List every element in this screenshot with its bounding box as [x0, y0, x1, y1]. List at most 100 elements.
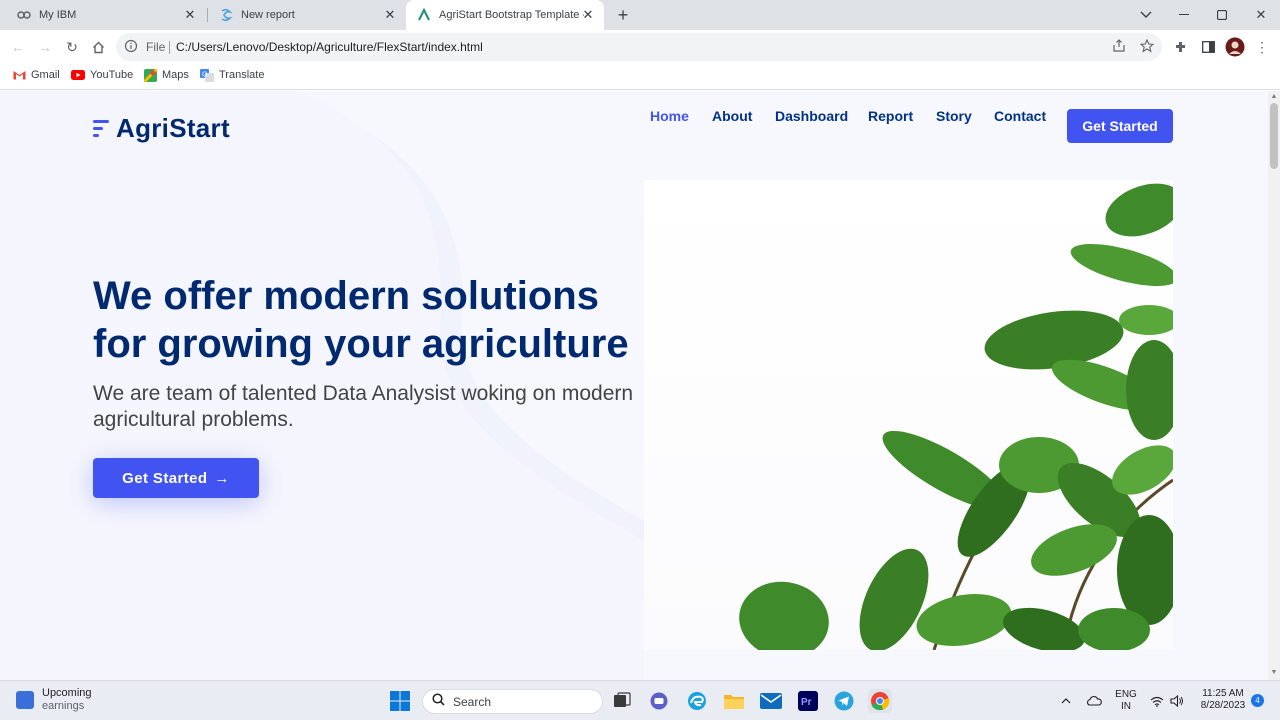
close-tab-icon[interactable]: ✕ — [182, 7, 198, 23]
bookmark-label: Translate — [219, 69, 265, 81]
show-hidden-icons[interactable] — [1056, 689, 1076, 713]
nav-home[interactable]: Home — [650, 108, 689, 124]
task-view-icon[interactable] — [610, 689, 634, 713]
address-bar[interactable]: File C:/Users/Lenovo/Desktop/Agriculture… — [116, 33, 1162, 61]
clock-date: 8/28/2023 — [1200, 700, 1246, 711]
gmail-icon — [12, 68, 26, 82]
maximize-icon[interactable] — [1210, 4, 1234, 26]
tab-title: New report — [241, 9, 295, 21]
scheme-label: File — [146, 40, 166, 54]
url-text[interactable]: C:/Users/Lenovo/Desktop/Agriculture/Flex… — [176, 40, 483, 54]
taskbar-search[interactable]: Search — [422, 689, 603, 714]
ibm-favicon-icon — [16, 7, 32, 23]
maps-icon — [143, 68, 157, 82]
page-viewport: AgriStart Home About Dashboard Report St… — [0, 91, 1268, 680]
tab-my-ibm[interactable]: My IBM ✕ — [8, 0, 206, 30]
bookmark-label: Maps — [162, 69, 189, 81]
svg-text:Pr: Pr — [801, 697, 812, 708]
search-label: Search — [453, 694, 492, 709]
nav-about[interactable]: About — [712, 108, 752, 124]
close-tab-icon[interactable]: ✕ — [580, 7, 596, 23]
search-icon — [432, 692, 445, 711]
plant-leaves-illustration — [739, 183, 1173, 650]
teams-chat-icon[interactable] — [647, 689, 671, 713]
widget-subtitle: earnings — [42, 700, 85, 712]
profile-avatar[interactable] — [1225, 37, 1245, 57]
svg-text:G: G — [202, 71, 207, 78]
minimize-icon[interactable] — [1172, 4, 1196, 26]
home-icon[interactable] — [88, 37, 108, 57]
clock-time: 11:25 AM — [1202, 688, 1244, 699]
scroll-down-icon[interactable]: ▼ — [1270, 669, 1278, 677]
page-scrollbar[interactable]: ▲ ▼ — [1268, 91, 1280, 680]
bookmark-youtube[interactable]: YouTube — [71, 68, 133, 82]
tab-title: My IBM — [39, 9, 77, 21]
divider — [169, 41, 170, 54]
chrome-icon[interactable] — [868, 689, 892, 713]
logo-mark-icon — [93, 117, 111, 141]
translate-icon: G — [200, 68, 214, 82]
tab-new-report[interactable]: New report ✕ — [210, 0, 406, 30]
menu-icon[interactable]: ⋮ — [1252, 37, 1272, 57]
site-logo[interactable]: AgriStart — [93, 113, 230, 144]
mail-icon[interactable] — [759, 689, 783, 713]
clock[interactable]: 11:25 AM 8/28/2023 — [1192, 688, 1254, 712]
scroll-thumb[interactable] — [1270, 103, 1278, 169]
language-line-1: ENG — [1115, 689, 1137, 700]
hero-title: We offer modern solutions for growing yo… — [93, 274, 629, 366]
back-icon[interactable]: ← — [8, 37, 28, 57]
new-tab-icon[interactable]: + — [611, 4, 635, 26]
nav-report[interactable]: Report — [868, 108, 913, 124]
file-explorer-icon[interactable] — [722, 689, 746, 713]
hero-get-started-button[interactable]: Get Started → — [93, 458, 259, 498]
start-icon[interactable] — [388, 689, 412, 713]
youtube-icon — [71, 68, 85, 82]
tab-agristart[interactable]: AgriStart Bootstrap Template - In ✕ — [406, 0, 604, 30]
close-tab-icon[interactable]: ✕ — [382, 7, 398, 23]
close-window-icon[interactable]: ✕ — [1249, 4, 1273, 26]
browser-toolbar: ← → ↻ File C:/Users/Lenovo/Desktop/Agric… — [0, 30, 1280, 63]
agristart-favicon-icon — [416, 7, 432, 23]
bookmark-maps[interactable]: Maps — [143, 68, 189, 82]
wifi-icon[interactable] — [1148, 689, 1166, 713]
hero-subtitle: We are team of talented Data Analysist w… — [93, 382, 634, 431]
forward-icon[interactable]: → — [35, 37, 55, 57]
bookmark-gmail[interactable]: Gmail — [12, 68, 60, 82]
edge-icon[interactable] — [685, 689, 709, 713]
windows-taskbar: Upcoming earnings Search Pr ENG IN 11:25… — [0, 680, 1280, 720]
bookmark-star-icon[interactable] — [1139, 38, 1155, 58]
stocks-icon — [16, 691, 34, 709]
language-indicator[interactable]: ENG IN — [1112, 689, 1140, 713]
nav-story[interactable]: Story — [936, 108, 972, 124]
browser-tab-strip: My IBM ✕ New report ✕ AgriStart Bootstra… — [0, 0, 1280, 30]
hero-plant-image — [644, 180, 1173, 650]
share-icon[interactable] — [1112, 39, 1126, 58]
scroll-up-icon[interactable]: ▲ — [1270, 93, 1278, 101]
nav-dashboard[interactable]: Dashboard — [775, 108, 848, 124]
tab-separator — [207, 8, 208, 22]
nav-contact[interactable]: Contact — [994, 108, 1046, 124]
bookmark-label: Gmail — [31, 69, 60, 81]
side-panel-icon[interactable] — [1198, 37, 1218, 57]
logo-text: AgriStart — [116, 113, 230, 143]
hero-button-label: Get Started — [122, 469, 208, 487]
arrow-right-icon: → — [214, 469, 230, 487]
report-favicon-icon — [218, 7, 234, 23]
widget-title: Upcoming — [42, 687, 92, 699]
language-line-2: IN — [1121, 701, 1131, 712]
notification-badge[interactable]: 4 — [1251, 694, 1264, 707]
weather-widget[interactable]: Upcoming earnings — [16, 687, 92, 713]
premiere-pro-icon[interactable]: Pr — [796, 689, 820, 713]
nav-get-started-button[interactable]: Get Started — [1067, 109, 1173, 143]
onedrive-icon[interactable] — [1084, 689, 1104, 713]
reload-icon[interactable]: ↻ — [62, 37, 82, 57]
volume-icon[interactable] — [1168, 689, 1186, 713]
tab-search-icon[interactable] — [1134, 4, 1158, 26]
tab-title: AgriStart Bootstrap Template - In — [439, 9, 584, 21]
info-icon[interactable] — [124, 39, 140, 55]
bookmark-translate[interactable]: G Translate — [200, 68, 264, 82]
extensions-icon[interactable] — [1171, 37, 1191, 57]
bookmarks-bar: Gmail YouTube Maps G Translate — [0, 63, 1280, 90]
bookmark-label: YouTube — [90, 69, 134, 81]
telegram-icon[interactable] — [832, 689, 856, 713]
